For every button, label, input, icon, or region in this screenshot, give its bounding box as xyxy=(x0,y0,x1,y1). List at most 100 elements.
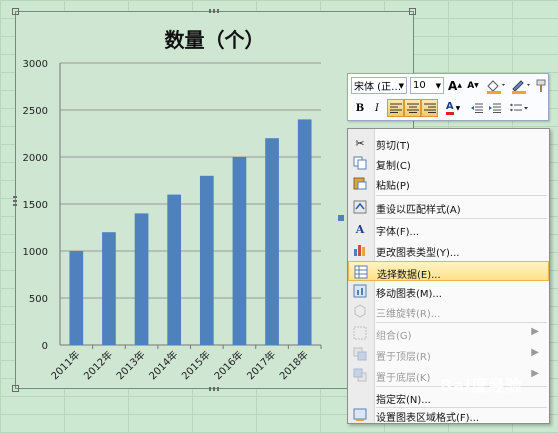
move-chart-icon xyxy=(352,283,368,299)
menu-item-bring-to-front: 置于顶层(R) ▶ xyxy=(348,344,549,364)
x-tick-label: 2017年 xyxy=(244,348,278,382)
menu-item-label: 更改图表类型(Y)... xyxy=(376,248,460,259)
menu-item-font[interactable]: A 字体(F)... xyxy=(348,219,549,239)
select-data-icon xyxy=(353,264,369,280)
menu-item-label: 重设以匹配样式(A) xyxy=(376,205,461,216)
bar xyxy=(199,175,214,345)
menu-item-format-chart-area[interactable]: 设置图表区域格式(F)... xyxy=(348,405,549,425)
menu-item-paste[interactable]: 粘贴(P) xyxy=(348,173,549,193)
fill-color-button[interactable] xyxy=(484,77,508,94)
menu-item-change-chart-type[interactable]: 更改图表类型(Y)... xyxy=(348,240,549,260)
y-tick-label: 3000 xyxy=(23,59,48,70)
chevron-down-icon: ▼ xyxy=(398,81,404,90)
bar xyxy=(297,119,312,346)
increase-indent-button[interactable] xyxy=(487,99,503,117)
align-right-button[interactable] xyxy=(421,99,438,117)
group-icon xyxy=(352,325,368,341)
menu-item-label: 设置图表区域格式(F)... xyxy=(376,413,480,424)
resize-handle-left[interactable] xyxy=(13,196,17,206)
align-center-button[interactable] xyxy=(404,99,421,117)
menu-item-label: 置于底层(K) xyxy=(376,373,431,384)
font-color-button[interactable]: A ▼ xyxy=(441,99,465,117)
x-tick-label: 2011年 xyxy=(48,348,82,382)
y-tick-label: 0 xyxy=(42,341,48,352)
scissors-icon: ✂ xyxy=(355,136,365,150)
menu-item-label: 选择数据(E)... xyxy=(377,270,441,281)
submenu-arrow-icon: ▶ xyxy=(531,326,539,337)
italic-icon: I xyxy=(375,102,379,114)
font-size-select[interactable]: 10 ▼ xyxy=(410,77,444,94)
copy-icon xyxy=(352,155,368,171)
y-tick-label: 2000 xyxy=(23,153,48,164)
paste-icon xyxy=(352,175,368,191)
italic-button[interactable]: I xyxy=(369,99,385,117)
submenu-arrow-icon: ▶ xyxy=(531,347,539,358)
paint-bucket-icon xyxy=(487,79,505,94)
resize-handle-bottom[interactable] xyxy=(209,387,219,391)
menu-item-move-chart[interactable]: 移动图表(M)... xyxy=(348,281,549,301)
increase-indent-icon xyxy=(489,103,501,113)
format-chart-area-icon xyxy=(352,407,368,423)
shrink-font-icon: A xyxy=(467,80,475,91)
chart-element-marker[interactable] xyxy=(338,215,344,221)
grow-font-icon: A xyxy=(448,78,458,93)
x-tick-label: 2015年 xyxy=(179,348,213,382)
decrease-indent-button[interactable] xyxy=(469,99,485,117)
pen-icon xyxy=(512,79,530,94)
resize-handle-top[interactable] xyxy=(209,9,219,13)
menu-item-reset-style[interactable]: 重设以匹配样式(A) xyxy=(348,197,549,217)
menu-item-cut[interactable]: ✂ 剪切(T) xyxy=(348,133,549,153)
y-tick-label: 1500 xyxy=(23,200,48,211)
chevron-down-icon: ▼ xyxy=(435,81,441,90)
bullets-button[interactable] xyxy=(506,99,532,117)
menu-item-label: 指定宏(N)... xyxy=(376,395,431,406)
bullets-icon xyxy=(510,103,528,112)
send-back-icon xyxy=(352,367,368,383)
bar xyxy=(69,251,84,345)
menu-item-label: 字体(F)... xyxy=(376,227,420,238)
x-tick-label: 2014年 xyxy=(146,348,180,382)
bar xyxy=(102,232,116,345)
font-name-select[interactable]: 宋体 (正… ▼ xyxy=(351,77,407,94)
align-left-button[interactable] xyxy=(387,99,404,117)
bar xyxy=(134,213,149,345)
x-tick-label: 2012年 xyxy=(81,348,115,382)
resize-handle-top-right[interactable] xyxy=(409,8,416,15)
format-painter-button[interactable] xyxy=(534,77,548,94)
menu-item-label: 剪切(T) xyxy=(376,141,410,152)
menu-item-label: 移动图表(M)... xyxy=(376,289,442,300)
y-tick-label: 1000 xyxy=(23,247,48,258)
menu-separator xyxy=(376,195,547,196)
submenu-arrow-icon: ▶ xyxy=(531,368,539,379)
menu-item-label: 三维旋转(R)... xyxy=(376,309,441,320)
font-icon: A xyxy=(355,222,365,236)
font-color-icon: A xyxy=(445,101,454,115)
bring-front-icon xyxy=(352,346,368,362)
y-tick-label: 500 xyxy=(29,294,48,305)
watermark: Bai度经验 xyxy=(440,376,523,395)
menu-item-label: 粘贴(P) xyxy=(376,181,410,192)
chevron-down-icon: ▼ xyxy=(455,104,461,112)
resize-handle-bottom-left[interactable] xyxy=(12,385,19,392)
align-left-icon xyxy=(389,103,402,113)
font-name-value: 宋体 (正… xyxy=(354,82,402,93)
bar xyxy=(265,138,279,345)
decrease-indent-icon xyxy=(471,103,483,113)
bar xyxy=(232,157,247,345)
menu-item-group: 组合(G) ▶ xyxy=(348,323,549,343)
rotate-3d-icon xyxy=(352,303,368,319)
bold-icon: B xyxy=(355,102,365,114)
x-tick-label: 2018年 xyxy=(277,348,311,382)
menu-item-label: 组合(G) xyxy=(376,331,412,342)
shrink-font-button[interactable]: A ▼ xyxy=(465,77,481,94)
bold-button[interactable]: B xyxy=(352,99,368,117)
grow-font-button[interactable]: A ▲ xyxy=(447,77,463,94)
menu-item-copy[interactable]: 复制(C) xyxy=(348,153,549,173)
menu-item-select-data[interactable]: 选择数据(E)... xyxy=(348,261,549,281)
menu-item-3d-rotation: 三维旋转(R)... xyxy=(348,301,549,321)
resize-handle-top-left[interactable] xyxy=(12,8,19,15)
y-tick-label: 2500 xyxy=(23,106,48,117)
x-tick-label: 2016年 xyxy=(211,348,245,382)
menu-item-label: 复制(C) xyxy=(376,161,411,172)
line-color-button[interactable] xyxy=(510,77,532,94)
